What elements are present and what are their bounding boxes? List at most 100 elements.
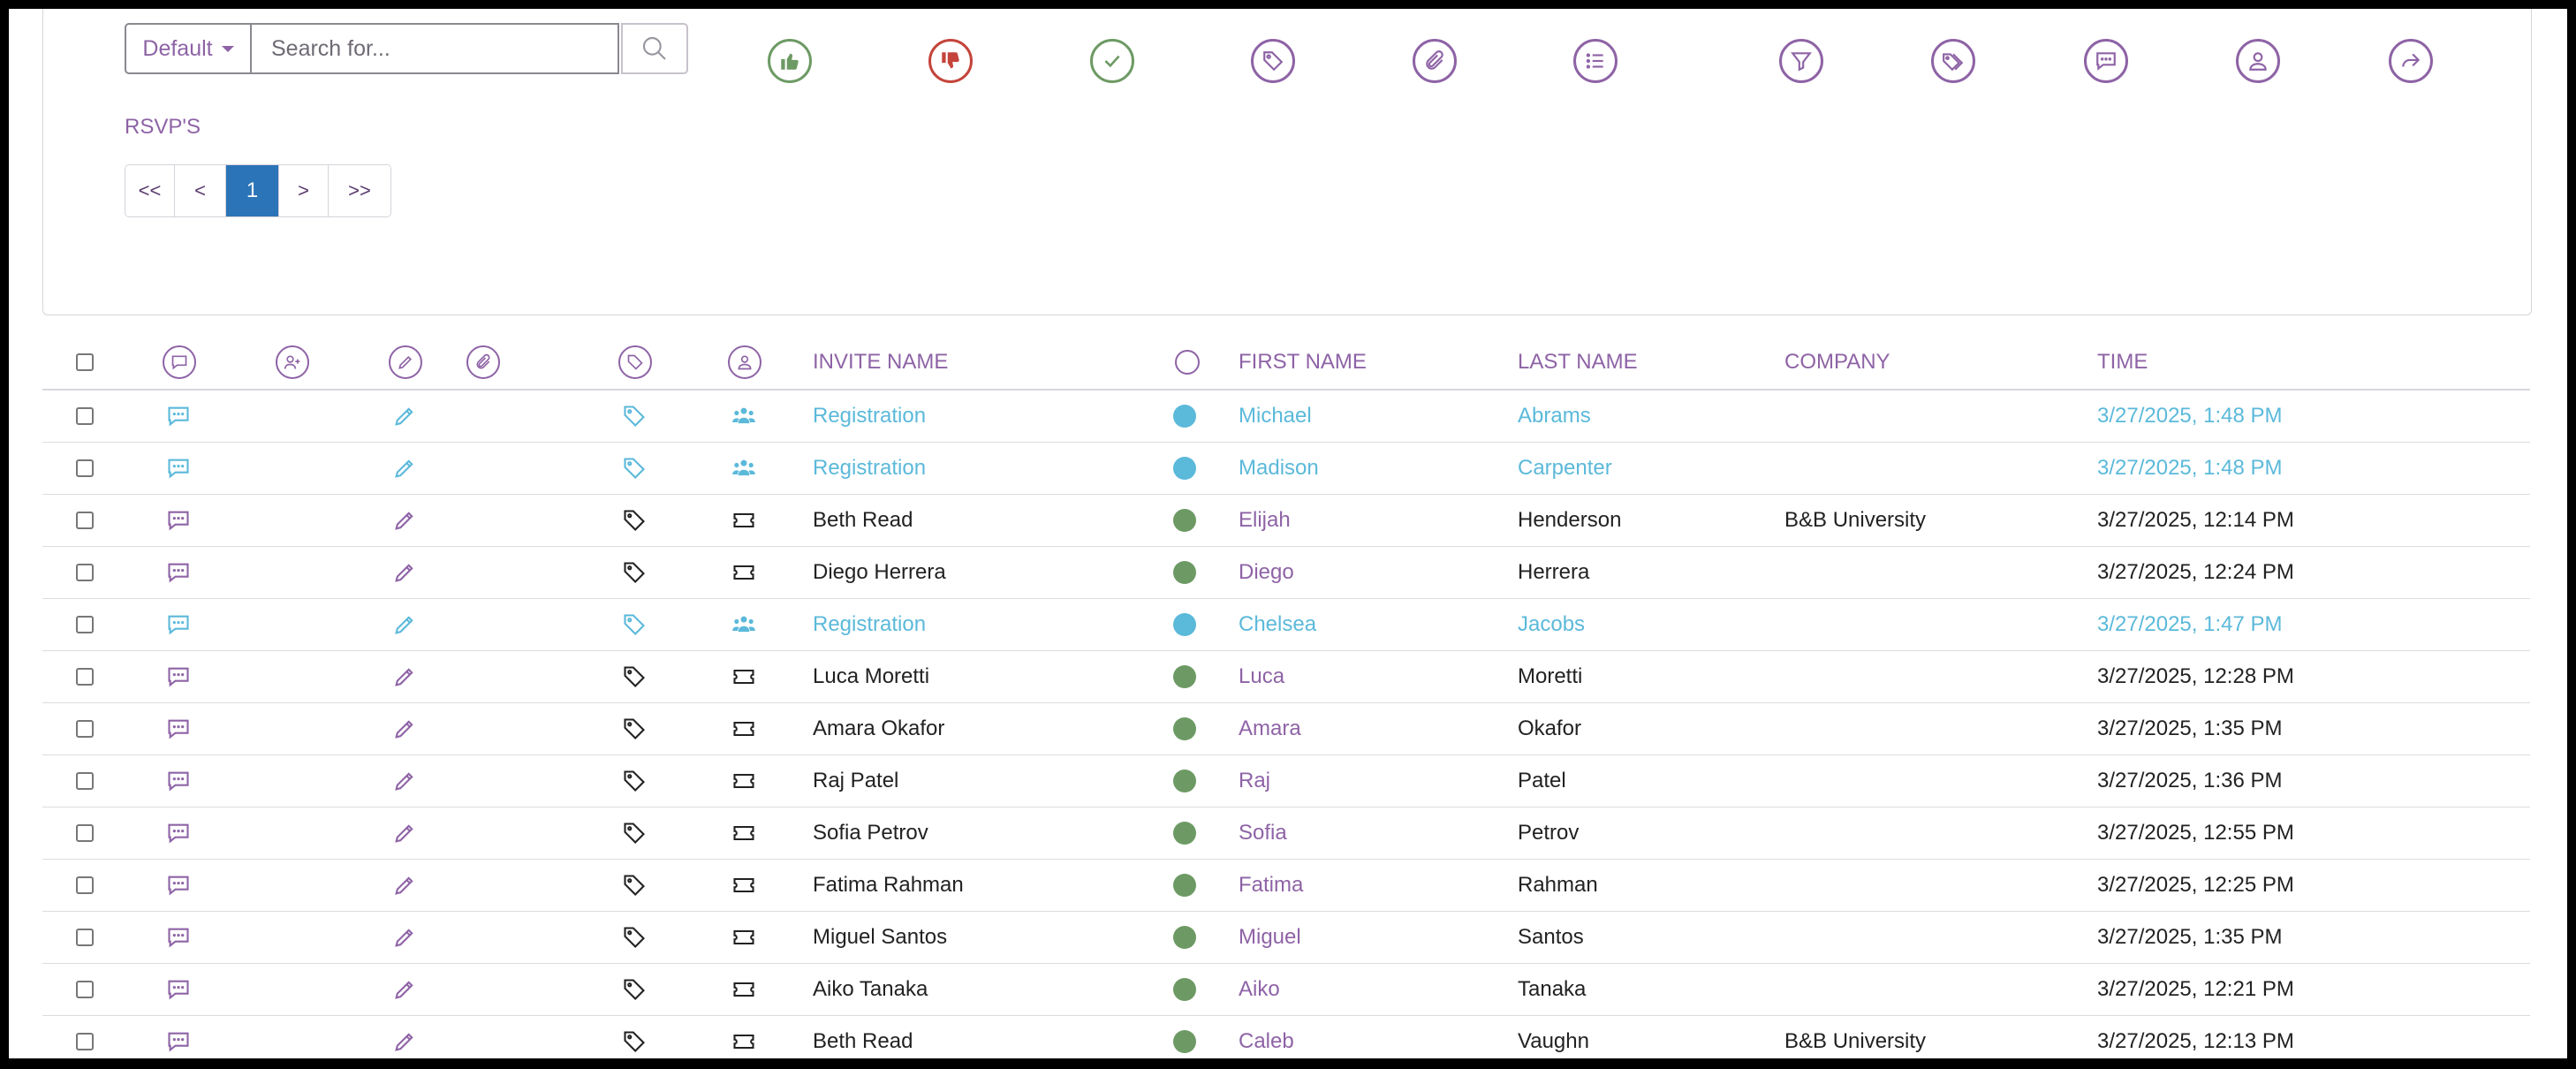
time[interactable]: 3/27/2025, 1:48 PM xyxy=(2097,390,2282,442)
col-time[interactable]: TIME xyxy=(2097,329,2148,389)
table-row[interactable]: Raj Patel Raj Patel 3/27/2025, 1:36 PM xyxy=(42,755,2530,807)
row-checkbox[interactable] xyxy=(76,720,94,738)
pencil-icon[interactable] xyxy=(392,1016,417,1058)
tag-icon[interactable] xyxy=(622,912,647,963)
prev-page-button[interactable]: < xyxy=(175,165,226,216)
invite-name[interactable]: Registration xyxy=(813,390,926,442)
pencil-icon[interactable] xyxy=(392,390,417,442)
table-row[interactable]: Registration Michael Abrams 3/27/2025, 1… xyxy=(42,390,2530,443)
table-row[interactable]: Beth Read Elijah Henderson B&B Universit… xyxy=(42,495,2530,547)
comment-icon[interactable] xyxy=(166,495,191,546)
user-icon[interactable] xyxy=(2236,39,2280,83)
row-checkbox[interactable] xyxy=(76,407,94,425)
tag-icon[interactable] xyxy=(622,443,647,494)
pencil-icon[interactable] xyxy=(392,495,417,546)
current-page-button[interactable]: 1 xyxy=(226,165,279,216)
paperclip-icon[interactable] xyxy=(1413,39,1457,83)
pencil-icon[interactable] xyxy=(392,755,417,807)
check-icon[interactable] xyxy=(1090,39,1134,83)
search-button[interactable] xyxy=(621,23,688,74)
comment-icon[interactable] xyxy=(166,547,191,598)
row-checkbox[interactable] xyxy=(76,824,94,842)
tag-icon[interactable] xyxy=(622,755,647,807)
tag-icon[interactable] xyxy=(622,547,647,598)
table-row[interactable]: Registration Chelsea Jacobs 3/27/2025, 1… xyxy=(42,599,2530,651)
first-name-link[interactable]: Aiko xyxy=(1239,964,1280,1015)
tag-icon[interactable] xyxy=(1251,39,1295,83)
last-name[interactable]: Abrams xyxy=(1518,390,1591,442)
select-all-checkbox[interactable] xyxy=(76,353,94,371)
pencil-icon[interactable] xyxy=(392,860,417,911)
first-name-link[interactable]: Madison xyxy=(1239,443,1319,494)
comment-icon[interactable] xyxy=(166,651,191,702)
comment-column-icon[interactable] xyxy=(163,345,196,379)
invite-name[interactable]: Registration xyxy=(813,599,926,650)
col-first-name[interactable]: FIRST NAME xyxy=(1239,329,1367,389)
last-name[interactable]: Carpenter xyxy=(1518,443,1612,494)
attachment-column-icon[interactable] xyxy=(466,345,500,379)
add-user-column-icon[interactable] xyxy=(276,345,309,379)
tag-icon[interactable] xyxy=(622,599,647,650)
pencil-icon[interactable] xyxy=(392,964,417,1015)
user-column-icon[interactable] xyxy=(728,345,761,379)
table-row[interactable]: Aiko Tanaka Aiko Tanaka 3/27/2025, 12:21… xyxy=(42,964,2530,1016)
first-name-link[interactable]: Caleb xyxy=(1239,1016,1294,1058)
first-page-button[interactable]: << xyxy=(125,165,175,216)
tag-icon[interactable] xyxy=(622,495,647,546)
last-name[interactable]: Jacobs xyxy=(1518,599,1585,650)
thumbs-down-icon[interactable] xyxy=(928,39,973,83)
table-row[interactable]: Registration Madison Carpenter 3/27/2025… xyxy=(42,443,2530,495)
last-page-button[interactable]: >> xyxy=(329,165,390,216)
comment-icon[interactable] xyxy=(166,703,191,754)
first-name-link[interactable]: Elijah xyxy=(1239,495,1291,546)
comment-icon[interactable] xyxy=(166,755,191,807)
pencil-icon[interactable] xyxy=(392,807,417,859)
first-name-link[interactable]: Sofia xyxy=(1239,807,1287,859)
table-row[interactable]: Beth Read Caleb Vaughn B&B University 3/… xyxy=(42,1016,2530,1058)
comment-icon[interactable] xyxy=(166,599,191,650)
table-row[interactable]: Fatima Rahman Fatima Rahman 3/27/2025, 1… xyxy=(42,860,2530,912)
first-name-link[interactable]: Michael xyxy=(1239,390,1312,442)
row-checkbox[interactable] xyxy=(76,876,94,894)
table-row[interactable]: Diego Herrera Diego Herrera 3/27/2025, 1… xyxy=(42,547,2530,599)
comment-icon[interactable] xyxy=(166,964,191,1015)
view-dropdown[interactable]: Default xyxy=(125,23,252,74)
table-row[interactable]: Sofia Petrov Sofia Petrov 3/27/2025, 12:… xyxy=(42,807,2530,860)
comment-icon[interactable] xyxy=(166,807,191,859)
comment-icon[interactable] xyxy=(166,390,191,442)
search-input[interactable] xyxy=(252,23,619,74)
tag-icon[interactable] xyxy=(622,703,647,754)
first-name-link[interactable]: Diego xyxy=(1239,547,1294,598)
next-page-button[interactable]: > xyxy=(279,165,329,216)
tags-icon[interactable] xyxy=(1931,39,1975,83)
thumbs-up-icon[interactable] xyxy=(768,39,812,83)
edit-column-icon[interactable] xyxy=(389,345,422,379)
list-icon[interactable] xyxy=(1573,39,1618,83)
share-icon[interactable] xyxy=(2389,39,2433,83)
pencil-icon[interactable] xyxy=(392,443,417,494)
first-name-link[interactable]: Chelsea xyxy=(1239,599,1316,650)
tag-icon[interactable] xyxy=(622,390,647,442)
col-last-name[interactable]: LAST NAME xyxy=(1518,329,1638,389)
pencil-icon[interactable] xyxy=(392,912,417,963)
row-checkbox[interactable] xyxy=(76,772,94,790)
row-checkbox[interactable] xyxy=(76,564,94,581)
tag-icon[interactable] xyxy=(622,860,647,911)
row-checkbox[interactable] xyxy=(76,616,94,633)
table-row[interactable]: Luca Moretti Luca Moretti 3/27/2025, 12:… xyxy=(42,651,2530,703)
col-company[interactable]: COMPANY xyxy=(1784,329,1890,389)
row-checkbox[interactable] xyxy=(76,981,94,998)
comment-icon[interactable] xyxy=(166,443,191,494)
comment-icon[interactable] xyxy=(166,860,191,911)
comment-icon[interactable] xyxy=(2084,39,2128,83)
row-checkbox[interactable] xyxy=(76,512,94,529)
comment-icon[interactable] xyxy=(166,912,191,963)
table-row[interactable]: Amara Okafor Amara Okafor 3/27/2025, 1:3… xyxy=(42,703,2530,755)
pencil-icon[interactable] xyxy=(392,703,417,754)
first-name-link[interactable]: Raj xyxy=(1239,755,1270,807)
pencil-icon[interactable] xyxy=(392,651,417,702)
table-row[interactable]: Miguel Santos Miguel Santos 3/27/2025, 1… xyxy=(42,912,2530,964)
col-invite-name[interactable]: INVITE NAME xyxy=(813,329,948,389)
comment-icon[interactable] xyxy=(166,1016,191,1058)
tag-icon[interactable] xyxy=(622,651,647,702)
